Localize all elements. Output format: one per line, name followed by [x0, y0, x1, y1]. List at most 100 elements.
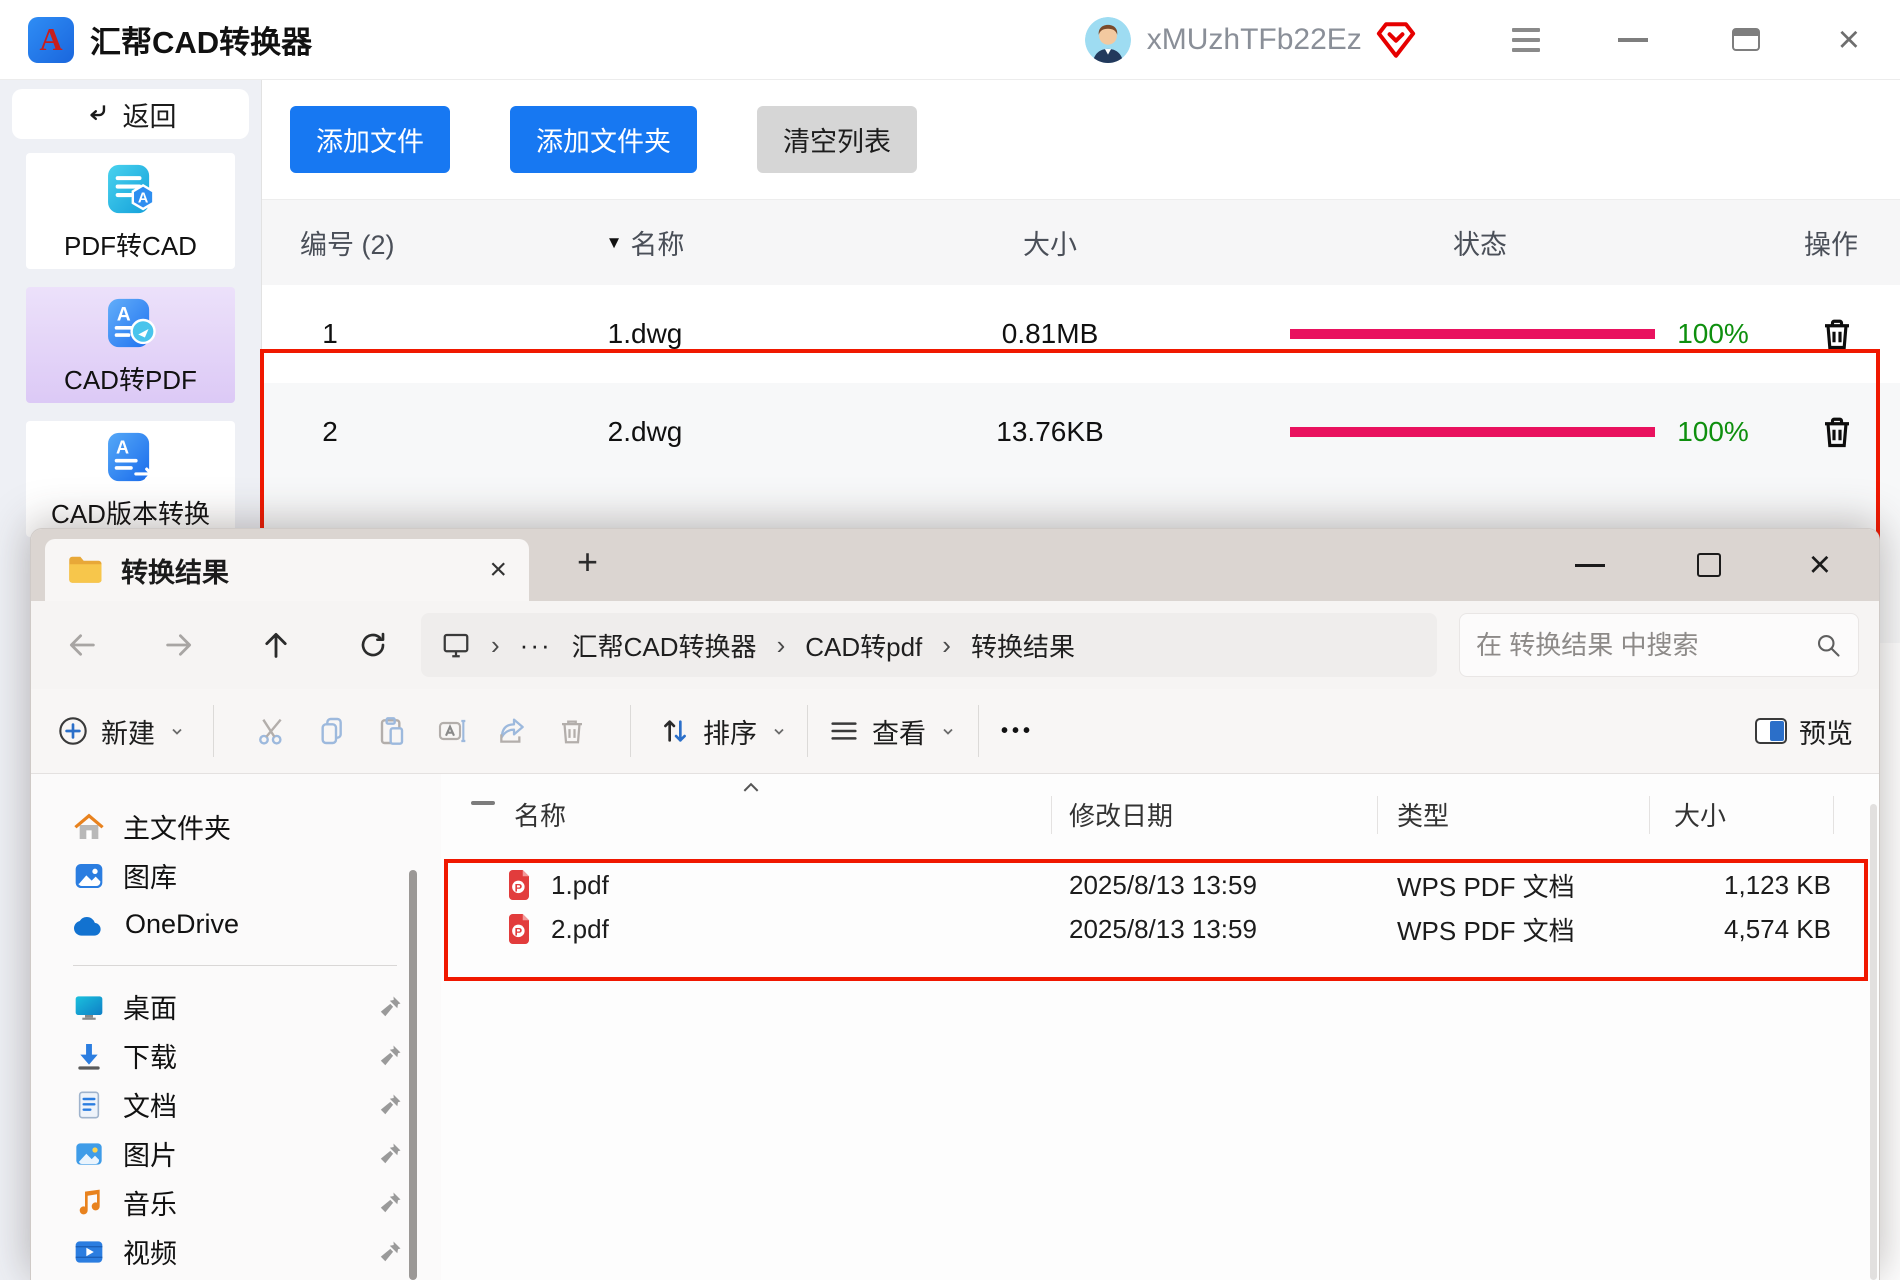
chevron-down-icon [169, 723, 185, 739]
app-titlebar: A 汇帮CAD转换器 xMUzhTFb22Ez [0, 0, 1900, 80]
task-row[interactable]: 1 1.dwg 0.81MB 100% [262, 285, 1900, 383]
view-label: 查看 [872, 712, 926, 751]
explorer-maximize-button[interactable] [1697, 553, 1721, 577]
sort-button[interactable]: 排序 [659, 712, 787, 751]
breadcrumb-ellipsis[interactable]: ··· [520, 630, 552, 661]
delete-task-button[interactable] [1809, 285, 1865, 383]
share-button[interactable] [482, 715, 542, 747]
this-pc-icon[interactable] [441, 630, 471, 660]
nav-refresh-button[interactable] [324, 629, 421, 661]
tab-close-icon[interactable]: × [489, 553, 507, 587]
breadcrumb-item[interactable]: 转换结果 [971, 627, 1075, 664]
onedrive-icon [73, 912, 107, 938]
app-close-button[interactable]: × [1838, 21, 1860, 59]
vip-badge-icon[interactable] [1376, 21, 1416, 59]
sort-label: 排序 [703, 712, 757, 751]
breadcrumb-chevron: › [777, 630, 786, 661]
user-avatar[interactable] [1085, 17, 1131, 63]
task-index: 1 [280, 285, 380, 383]
task-filesize: 13.76KB [950, 383, 1150, 481]
username[interactable]: xMUzhTFb22Ez [1147, 23, 1362, 57]
breadcrumb-item[interactable]: CAD转pdf [805, 627, 922, 664]
nav-forward-button[interactable] [130, 628, 227, 662]
home-icon [73, 811, 105, 843]
file-row[interactable]: P 2.pdf 2025/8/13 13:59 WPS PDF 文档 4,574… [441, 907, 1879, 951]
nav-back-button[interactable] [33, 628, 130, 662]
svg-text:A: A [116, 304, 130, 325]
sidebar-item-pdf2cad[interactable]: A PDF转CAD [26, 153, 235, 269]
explorer-close-button[interactable]: × [1809, 546, 1831, 584]
copy-button[interactable] [302, 715, 362, 747]
column-type[interactable]: 类型 [1397, 784, 1449, 844]
file-name: 2.pdf [551, 907, 609, 951]
cad-version-icon: A [102, 428, 160, 486]
back-button[interactable]: 返回 [12, 89, 249, 139]
progress-bar [1290, 285, 1655, 383]
column-name[interactable]: 名称 [514, 784, 566, 844]
new-button[interactable]: 新建 [57, 712, 185, 751]
pin-icon [379, 994, 403, 1025]
explorer-tabbar: 转换结果 × + × [31, 529, 1879, 601]
column-size[interactable]: 大小 [1674, 784, 1726, 844]
nav-item-documents[interactable]: 文档 [73, 1080, 431, 1129]
nav-item-gallery[interactable]: 图库 [73, 851, 431, 900]
sidebar-item-cad-version[interactable]: A CAD版本转换 [26, 421, 235, 537]
file-row[interactable]: P 1.pdf 2025/8/13 13:59 WPS PDF 文档 1,123… [441, 863, 1879, 907]
cad2pdf-icon: A [102, 294, 160, 352]
task-filesize: 0.81MB [950, 285, 1150, 383]
preview-label: 预览 [1799, 712, 1853, 751]
file-list: 名称 修改日期 类型 大小 P [441, 774, 1879, 1280]
nav-item-onedrive[interactable]: OneDrive [73, 900, 431, 949]
search-input[interactable] [1476, 630, 1814, 661]
nav-item-music[interactable]: 音乐 [73, 1178, 431, 1227]
nav-pane-scrollbar[interactable] [409, 870, 417, 1280]
task-filename: 2.dwg [545, 383, 745, 481]
preview-button[interactable]: 预览 [1755, 712, 1853, 751]
new-tab-button[interactable]: + [577, 541, 598, 583]
delete-button[interactable] [542, 716, 602, 746]
add-file-button[interactable]: 添加文件 [290, 106, 450, 173]
nav-item-pictures[interactable]: 图片 [73, 1129, 431, 1178]
breadcrumb-chevron: › [942, 630, 951, 661]
add-folder-button[interactable]: 添加文件夹 [510, 106, 697, 173]
more-options-button[interactable]: ••• [1001, 720, 1034, 743]
breadcrumb-item[interactable]: 汇帮CAD转换器 [572, 627, 757, 664]
file-type: WPS PDF 文档 [1397, 863, 1575, 907]
progress-percent: 100% [1658, 383, 1768, 481]
paste-button[interactable] [362, 715, 422, 747]
sidebar-item-cad2pdf[interactable]: A CAD转PDF [26, 287, 235, 403]
search-box[interactable] [1459, 613, 1859, 677]
column-date[interactable]: 修改日期 [1069, 784, 1173, 844]
view-lines-icon [828, 715, 860, 747]
file-list-scrollbar[interactable] [1870, 804, 1877, 1280]
svg-text:P: P [515, 926, 523, 938]
tab-title: 转换结果 [121, 551, 229, 590]
back-label: 返回 [123, 95, 177, 134]
search-icon [1814, 631, 1842, 659]
explorer-tab[interactable]: 转换结果 × [45, 539, 529, 601]
nav-up-button[interactable] [227, 628, 324, 662]
nav-item-downloads[interactable]: 下载 [73, 1031, 431, 1080]
nav-item-desktop[interactable]: 桌面 [73, 982, 431, 1031]
task-index: 2 [280, 383, 380, 481]
header-size: 大小 [950, 200, 1150, 285]
explorer-minimize-button[interactable] [1575, 564, 1605, 567]
clear-list-button[interactable]: 清空列表 [757, 106, 917, 173]
delete-task-button[interactable] [1809, 383, 1865, 481]
new-label: 新建 [101, 712, 155, 751]
view-button[interactable]: 查看 [828, 712, 956, 751]
nav-item-home[interactable]: 主文件夹 [73, 802, 431, 851]
header-action: 操作 [1771, 200, 1891, 285]
nav-item-videos[interactable]: 视频 [73, 1227, 431, 1276]
gallery-icon [73, 860, 105, 892]
hamburger-menu-icon[interactable] [1512, 28, 1540, 52]
header-name[interactable]: ▼ 名称 [545, 200, 745, 285]
chevron-down-icon [940, 723, 956, 739]
trash-icon [1819, 414, 1855, 450]
app-maximize-button[interactable] [1732, 28, 1760, 51]
app-minimize-button[interactable] [1618, 38, 1648, 42]
pin-icon [379, 1190, 403, 1221]
rename-button[interactable] [422, 715, 482, 747]
explorer-nav-pane: 主文件夹 图库 OneDrive [31, 774, 431, 1280]
cut-button[interactable] [242, 715, 302, 747]
